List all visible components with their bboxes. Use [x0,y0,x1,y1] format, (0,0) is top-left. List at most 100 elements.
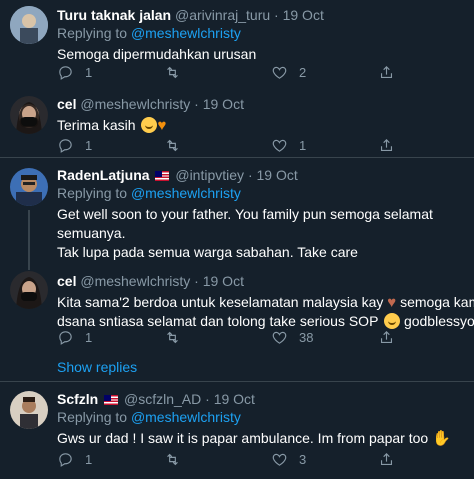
retweet-icon [167,139,178,151]
separator-dot: · [194,273,199,289]
tweet-header: cel @meshewlchristy · 19 Oct [57,95,464,113]
retweet-icon [167,453,178,465]
tweet-text-line: Kita sama'2 berdoa untuk keselamatan mal… [57,293,474,312]
share-icon [380,330,393,343]
avatar[interactable] [10,271,48,309]
avatar[interactable] [10,391,48,429]
like-count: 1 [299,137,307,153]
replying-to: Replying to @meshewlchristy [57,408,464,426]
share-button[interactable] [378,450,395,468]
heart-icon [272,66,287,79]
user-handle[interactable]: @intipvtiey [175,167,244,183]
heart-icon [272,331,287,344]
tweet-header: Scfzln @scfzln_AD · 19 Oct [57,390,464,408]
share-button[interactable] [378,63,395,81]
share-icon [380,138,393,151]
malaysia-flag-icon [155,171,170,181]
tweet-4[interactable]: cel @meshewlchristy · 19 Oct Kita sama'2… [0,265,474,380]
tweet-header: Turu taknak jalan @arivinraj_turu · 19 O… [57,6,464,24]
tweet-actions: 1 3 [57,450,417,468]
tweet-date[interactable]: 19 Oct [214,391,255,407]
like-count: 38 [299,329,314,345]
retweet-button[interactable] [164,450,181,468]
tweet-actions: 1 2 [57,63,417,81]
tweet-date[interactable]: 19 Oct [203,96,244,112]
tweet-text-content: dsana sntiasa selamat dan tolong take se… [57,313,379,329]
user-handle[interactable]: @scfzln_AD [124,391,201,407]
reply-icon [59,138,72,153]
tweet-header: cel @meshewlchristy · 19 Oct [57,272,464,290]
replying-to-label: Replying to [57,185,131,201]
display-name[interactable]: cel [57,96,76,112]
retweet-button[interactable] [164,63,192,81]
thread-line [28,210,30,270]
display-name[interactable]: RadenLatjuna [57,167,150,183]
heart-icon [272,453,287,466]
user-handle[interactable]: @meshewlchristy [80,273,190,289]
tweet-text-content: Gws ur dad ! I saw it is papar ambulance… [57,430,429,446]
tweet-date[interactable]: 19 Oct [257,167,298,183]
tweet-text-line: Get well soon to your father. You family… [57,206,433,241]
tweet-text-content: Kita sama'2 berdoa untuk keselamatan mal… [57,294,384,310]
tweet-text: Get well soon to your father. You family… [57,205,464,262]
reply-icon [59,452,72,467]
like-button[interactable]: 38 [271,328,313,346]
replying-to-label: Replying to [57,25,131,41]
tweet-2[interactable]: cel @meshewlchristy · 19 Oct Terima kasi… [0,88,474,158]
tweet-date[interactable]: 19 Oct [203,273,244,289]
show-replies-link[interactable]: Show replies [57,359,137,375]
display-name[interactable]: Turu taknak jalan [57,7,171,23]
reply-button[interactable]: 1 [57,450,92,468]
waving-hand-emoji-icon: ✋ [432,430,451,447]
orange-heart-emoji-icon: ♥ [157,117,167,134]
reply-button[interactable]: 1 [57,136,92,154]
avatar[interactable] [10,6,48,44]
retweet-icon [167,66,178,78]
user-handle[interactable]: @meshewlchristy [80,96,190,112]
like-count: 3 [299,451,307,467]
reply-count: 1 [85,329,93,345]
tweet-text: Terima kasih ♥ [57,116,464,135]
replying-to-label: Replying to [57,409,131,425]
display-name[interactable]: cel [57,273,76,289]
avatar[interactable] [10,96,48,134]
separator-dot: · [205,391,210,407]
brown-heart-emoji-icon: ♥ [387,294,397,311]
tweet-actions: 1 1 [57,136,417,154]
tweet-text-line: Tak lupa pada semua warga sabahan. Take … [57,244,358,260]
user-handle[interactable]: @arivinraj_turu [175,7,270,23]
display-name[interactable]: Scfzln [57,391,98,407]
mention-link[interactable]: @meshewlchristy [131,25,241,41]
reply-button[interactable]: 1 [57,63,92,81]
tweet-text: Semoga dipermudahkan urusan [57,46,257,62]
like-count: 2 [299,64,307,80]
tweet-3[interactable]: RadenLatjuna @intipvtiey · 19 Oct Replyi… [0,158,474,270]
mention-link[interactable]: @meshewlchristy [131,185,241,201]
share-button[interactable] [378,328,395,346]
reply-button[interactable]: 1 [57,328,92,346]
retweet-button[interactable] [164,136,181,154]
tweet-actions: 1 38 [57,328,417,346]
tweet-date[interactable]: 19 Oct [283,7,324,23]
like-button[interactable]: 1 [271,136,306,154]
retweet-icon [167,331,178,343]
separator-dot: · [274,7,279,23]
reply-icon [59,65,72,80]
share-button[interactable] [378,136,395,154]
tweet-header: RadenLatjuna @intipvtiey · 19 Oct [57,166,464,184]
replying-to: Replying to @meshewlchristy [57,24,464,42]
like-button[interactable]: 2 [271,63,306,81]
retweet-button[interactable] [164,328,181,346]
reply-count: 1 [85,137,93,153]
malaysia-flag-icon [104,395,119,405]
tweet-1[interactable]: Turu taknak jalan @arivinraj_turu · 19 O… [0,0,474,88]
share-icon [380,65,393,78]
smiling-face-emoji-icon [384,313,401,329]
avatar[interactable] [10,168,48,206]
tweet-text: Kita sama'2 berdoa untuk keselamatan mal… [57,293,474,331]
like-button[interactable]: 3 [271,450,306,468]
tweet-5[interactable]: Scfzln @scfzln_AD · 19 Oct Replying to @… [0,382,474,479]
mention-link[interactable]: @meshewlchristy [131,409,241,425]
separator-dot: · [194,96,199,112]
tweet-text-content: Terima kasih [57,117,136,133]
